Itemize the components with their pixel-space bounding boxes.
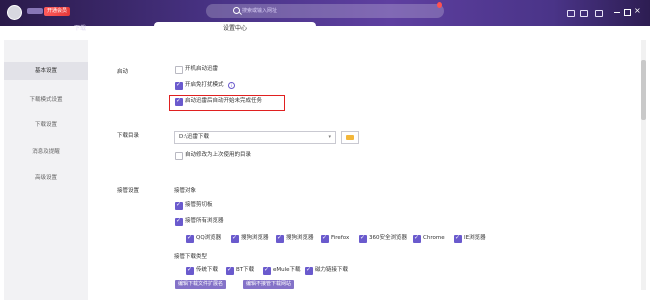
do-not-disturb-checkbox[interactable] [175, 81, 183, 90]
auto-start-checkbox[interactable] [175, 66, 183, 74]
clipboard-label: 接管剪切板 [185, 202, 213, 208]
sidebar-item-download-mode[interactable]: 下载模式设置 [4, 91, 88, 109]
takeover-types-title: 接管下载类型 [174, 254, 208, 260]
download-dir-select[interactable]: D:\迅雷下载 ▾ [174, 131, 336, 144]
browser-qq-checkbox[interactable] [186, 234, 194, 243]
browser-firefox-checkbox[interactable] [321, 234, 329, 243]
browser-sogou-checkbox[interactable] [231, 234, 239, 243]
settings-sidebar: 基本设置 下载模式设置 下载设置 消息及提醒 高级设置 [4, 40, 88, 300]
type-traditional-label: 传统下载 [196, 267, 219, 273]
username[interactable] [27, 8, 43, 14]
takeover-section-label: 接管设置 [117, 188, 140, 194]
avatar[interactable] [7, 5, 22, 20]
auto-start-label: 开机启动迅雷 [185, 66, 219, 72]
maximize-icon[interactable] [624, 9, 631, 16]
download-dir-label: 下载目录 [117, 133, 140, 139]
browser-qq-label: QQ浏览器 [196, 235, 222, 241]
highlight-annotation [169, 95, 285, 111]
skin-icon[interactable] [580, 10, 588, 17]
remember-dir-checkbox[interactable] [175, 152, 183, 160]
type-magnet-label: 磁力链接下载 [315, 267, 349, 273]
browser-ie-label: IE浏览器 [464, 235, 486, 241]
edit-excluded-sites-button[interactable]: 编辑不接管下载网站 [243, 280, 295, 289]
search-icon [233, 7, 240, 14]
tab-download[interactable]: 下载 [30, 22, 130, 35]
menu-icon[interactable] [595, 10, 603, 17]
type-emule-checkbox[interactable] [263, 266, 271, 275]
type-bt-checkbox[interactable] [226, 266, 234, 275]
tab-bar: 下载 设置中心 [0, 22, 650, 35]
sidebar-item-advanced[interactable]: 高级设置 [4, 169, 88, 187]
browser-firefox-label: Firefox [331, 235, 350, 241]
all-browsers-checkbox[interactable] [175, 217, 183, 226]
browser-sogou2-label: 搜狗浏览器 [286, 235, 314, 241]
clipboard-checkbox[interactable] [175, 201, 183, 210]
type-emule-label: eMule下载 [273, 267, 301, 273]
notification-dot-icon [437, 2, 442, 8]
minimize-icon[interactable] [614, 12, 620, 13]
browser-sogou-label: 搜狗浏览器 [241, 235, 269, 241]
close-icon[interactable]: × [634, 7, 642, 15]
scrollbar[interactable] [641, 40, 646, 290]
settings-content: 基本设置 下载模式设置 下载设置 消息及提醒 高级设置 [0, 35, 650, 300]
info-icon[interactable]: i [228, 82, 235, 89]
scrollbar-thumb[interactable] [641, 60, 646, 120]
chevron-down-icon: ▾ [328, 134, 331, 140]
type-bt-label: BT下载 [236, 267, 255, 273]
tab-settings[interactable]: 设置中心 [154, 22, 316, 35]
remember-dir-label: 自动修改为上次使用的目录 [185, 152, 252, 158]
browser-360-checkbox[interactable] [359, 234, 367, 243]
takeover-objects-title: 接管对象 [174, 188, 197, 194]
folder-icon [346, 135, 354, 140]
edit-extensions-button[interactable]: 编辑下载文件扩展名 [175, 280, 227, 289]
browser-ie-checkbox[interactable] [454, 234, 462, 243]
browser-360-label: 360安全浏览器 [369, 235, 407, 241]
search-placeholder: 搜索或输入网址 [242, 8, 278, 14]
type-magnet-checkbox[interactable] [305, 266, 313, 275]
sidebar-item-notifications[interactable]: 消息及提醒 [4, 143, 88, 161]
all-browsers-label: 接管所有浏览器 [185, 218, 224, 224]
browser-chrome-label: Chrome [423, 235, 445, 241]
browser-sogou2-checkbox[interactable] [276, 234, 284, 243]
sidebar-item-basic[interactable]: 基本设置 [4, 62, 88, 80]
message-icon[interactable] [567, 10, 575, 17]
search-input[interactable]: 搜索或输入网址 [206, 2, 444, 18]
type-traditional-checkbox[interactable] [186, 266, 194, 275]
startup-section-label: 启动 [117, 69, 129, 75]
download-dir-value: D:\迅雷下载 [179, 134, 209, 140]
browse-folder-button[interactable] [341, 131, 359, 144]
do-not-disturb-label: 开启免打扰模式 [185, 82, 224, 88]
vip-badge[interactable]: 开通会员 [44, 7, 71, 16]
browser-chrome-checkbox[interactable] [413, 234, 421, 243]
sidebar-item-download[interactable]: 下载设置 [4, 116, 88, 134]
